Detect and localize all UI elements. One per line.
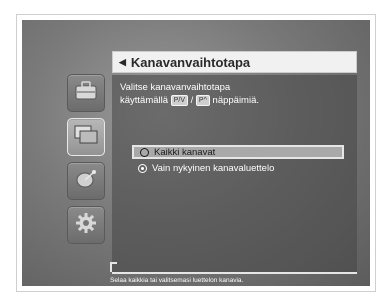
- dialog-title: Kanavanvaihtotapa: [130, 54, 251, 70]
- sidebar-item-settings[interactable]: [67, 206, 105, 244]
- option-label: Vain nykyinen kanavaluettelo: [152, 162, 275, 174]
- status-help-text: Selaa kaikkia tai valitsemasi luettelon …: [110, 277, 244, 284]
- radio-selected-icon: [138, 163, 147, 173]
- channel-switch-dialog: ◀ Kanavanvaihtotapa Valitse kanavanvaiht…: [112, 51, 357, 273]
- description-suffix: näppäimiä.: [212, 95, 260, 106]
- sidebar-item-screens[interactable]: [67, 118, 105, 156]
- sidebar-item-satellite[interactable]: [67, 162, 105, 200]
- description-line-2: käyttämällä P/V / P^ näppäimiä.: [120, 94, 259, 107]
- tv-frame: ◀ Kanavanvaihtotapa Valitse kanavanvaiht…: [16, 14, 376, 292]
- status-divider: [112, 272, 357, 274]
- description-line-1: Valitse kanavanvaihtotapa: [120, 82, 231, 93]
- satellite-dish-icon: [75, 169, 97, 194]
- channel-key-icon: P/V: [170, 95, 188, 106]
- panel-corner-divider: [110, 262, 117, 272]
- page-key-icon: P^: [195, 95, 210, 106]
- dialog-body: Valitse kanavanvaihtotapa käyttämällä P/…: [112, 75, 357, 273]
- description-prefix: käyttämällä: [120, 95, 169, 106]
- sidebar-item-briefcase[interactable]: [67, 74, 105, 112]
- option-current-list[interactable]: Vain nykyinen kanavaluettelo: [132, 161, 344, 175]
- gear-icon: [75, 212, 97, 239]
- tv-screen: ◀ Kanavanvaihtotapa Valitse kanavanvaiht…: [22, 20, 370, 286]
- option-all-channels[interactable]: Kaikki kanavat: [132, 145, 344, 159]
- option-label: Kaikki kanavat: [154, 146, 216, 158]
- screens-icon: [74, 125, 98, 150]
- key-separator: /: [190, 95, 194, 106]
- dialog-description: Valitse kanavanvaihtotapa käyttämällä P/…: [120, 81, 259, 107]
- briefcase-icon: [75, 80, 97, 106]
- dialog-title-bar: ◀ Kanavanvaihtotapa: [112, 51, 357, 73]
- radio-unselected-icon: [140, 147, 149, 157]
- back-arrow-icon[interactable]: ◀: [119, 57, 126, 68]
